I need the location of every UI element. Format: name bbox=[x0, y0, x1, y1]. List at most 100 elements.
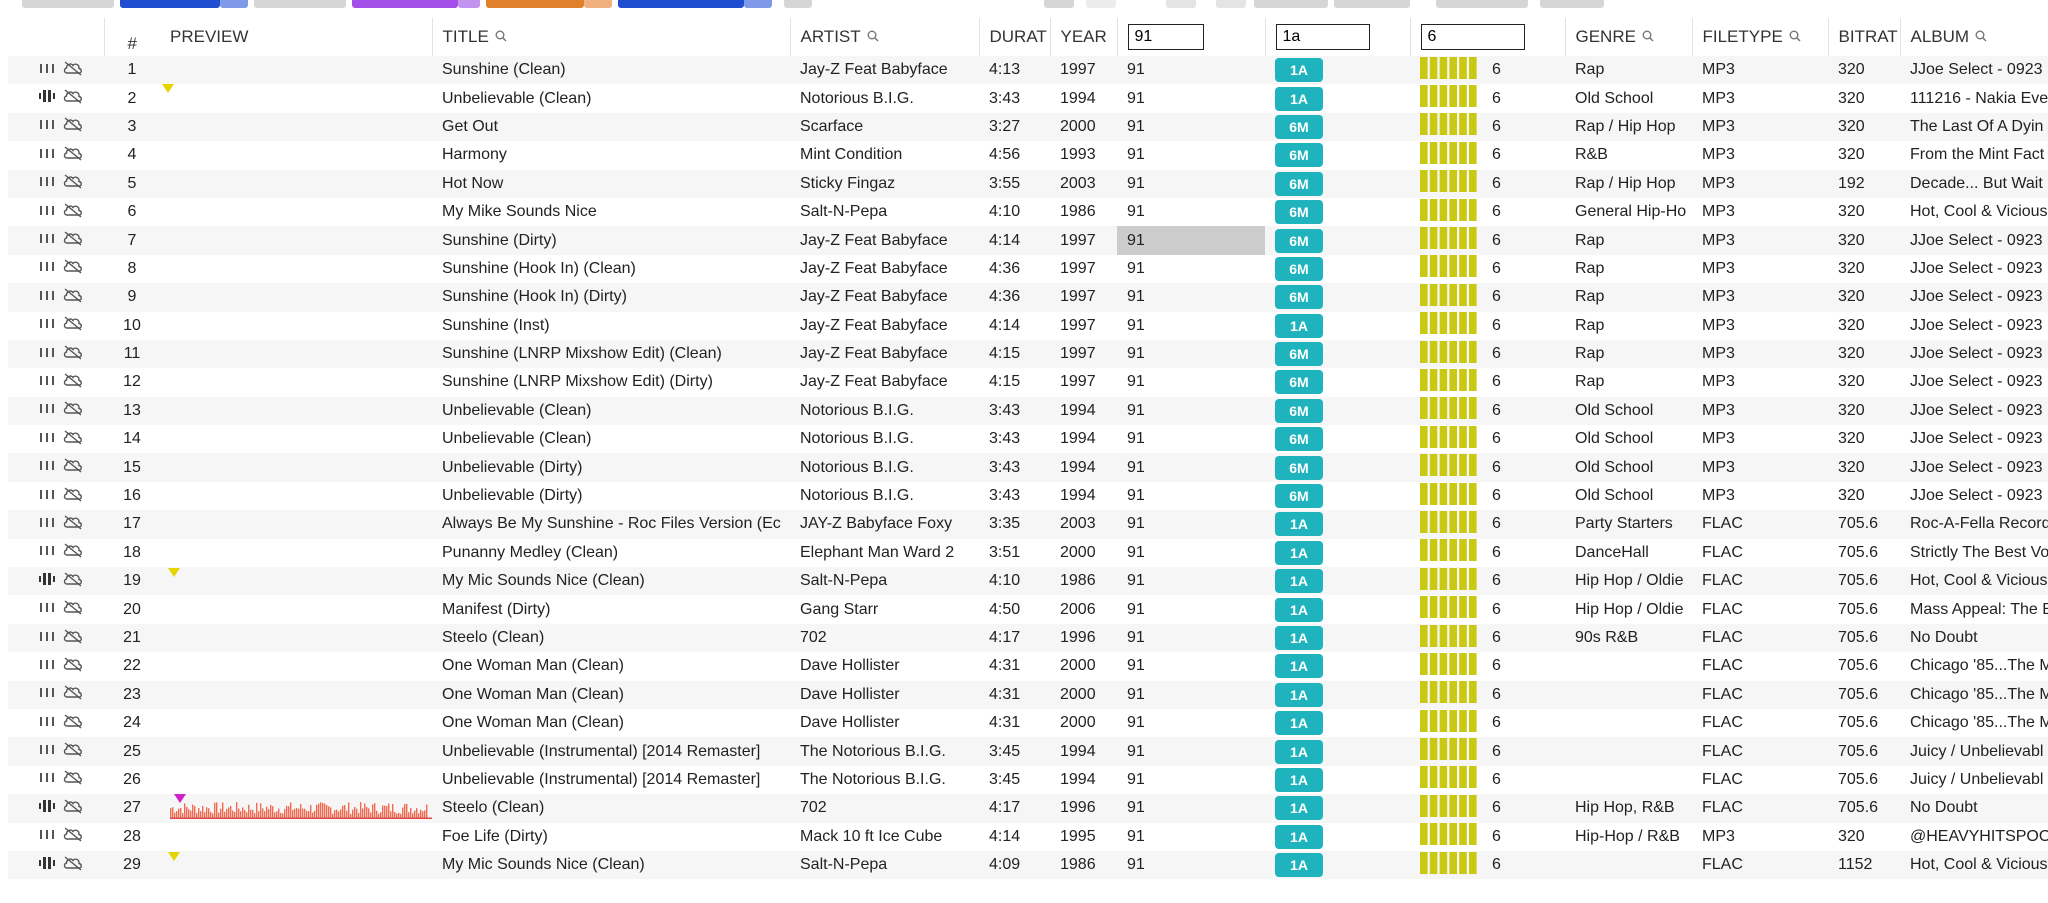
bars-icon[interactable] bbox=[38, 657, 56, 676]
cloud-off-icon[interactable] bbox=[62, 88, 84, 109]
cloud-off-icon[interactable] bbox=[62, 826, 84, 847]
key-filter-input[interactable] bbox=[1275, 24, 1370, 50]
cloud-off-icon[interactable] bbox=[62, 258, 84, 279]
cloud-off-icon[interactable] bbox=[62, 486, 84, 507]
bars-icon[interactable] bbox=[38, 543, 56, 562]
cloud-off-icon[interactable] bbox=[62, 315, 84, 336]
table-row[interactable]: 15 Unbelievable (Dirty) Notorious B.I.G. 3:… bbox=[8, 453, 2048, 482]
header-duration[interactable]: DURAT bbox=[978, 18, 1050, 56]
bars-icon[interactable] bbox=[38, 231, 56, 250]
cloud-off-icon[interactable] bbox=[62, 400, 84, 421]
table-row[interactable]: 4 Harmony Mint Condition 4:56 1993 91 6M 6 R&B MP… bbox=[8, 141, 2048, 170]
bars-icon[interactable] bbox=[38, 685, 56, 704]
bars-icon[interactable] bbox=[38, 487, 56, 506]
cloud-off-icon[interactable] bbox=[62, 230, 84, 251]
table-row[interactable]: 6 My Mike Sounds Nice Salt-N-Pepa 4:10 1986 9… bbox=[8, 197, 2048, 227]
table-row[interactable]: 28 Foe Life (Dirty) Mack 10 ft Ice Cube 4:1… bbox=[8, 822, 2048, 851]
header-artist[interactable]: ARTIST bbox=[789, 18, 979, 56]
cloud-off-icon[interactable] bbox=[62, 542, 84, 563]
toolbar-button[interactable] bbox=[1216, 0, 1246, 8]
bars-icon[interactable] bbox=[38, 714, 56, 733]
table-row[interactable]: 20 Manifest (Dirty) Gang Starr 4:50 2006 91 1A… bbox=[8, 595, 2048, 624]
energy-filter-input[interactable] bbox=[1420, 24, 1525, 50]
header-number[interactable]: # bbox=[103, 18, 160, 56]
playing-bars-icon[interactable] bbox=[38, 799, 56, 818]
bars-icon[interactable] bbox=[38, 146, 56, 165]
cloud-off-icon[interactable] bbox=[62, 202, 84, 223]
cell-bpm[interactable]: 91 bbox=[1117, 226, 1265, 255]
cloud-off-icon[interactable] bbox=[62, 769, 84, 790]
search-icon[interactable] bbox=[867, 27, 879, 47]
toolbar-button[interactable] bbox=[1540, 0, 1604, 8]
table-row[interactable]: 24 One Woman Man (Clean) Dave Hollister 4:3… bbox=[8, 708, 2048, 738]
playing-bars-icon[interactable] bbox=[38, 856, 56, 875]
bpm-filter-input[interactable] bbox=[1127, 24, 1204, 50]
table-row[interactable]: 8 Sunshine (Hook In) (Clean) Jay-Z Feat Ba… bbox=[8, 254, 2048, 284]
table-row[interactable]: 25 Unbelievable (Instrumental) [2014 Rema… bbox=[8, 737, 2048, 766]
toolbar-button[interactable] bbox=[1086, 0, 1116, 8]
playing-bars-icon[interactable] bbox=[38, 572, 56, 591]
header-filetype[interactable]: FILETYPE bbox=[1691, 18, 1828, 56]
header-album[interactable]: ALBUM bbox=[1899, 18, 2048, 56]
table-row[interactable]: 19 My Mic Sounds Nice (Clean) Salt-N-Pepa 4… bbox=[8, 567, 2048, 596]
cloud-off-icon[interactable] bbox=[62, 684, 84, 705]
toolbar-button[interactable] bbox=[1166, 0, 1196, 8]
playing-bars-icon[interactable] bbox=[38, 89, 56, 108]
table-row[interactable]: 2 Unbelievable (Clean) Notorious B.I.G. 3:4… bbox=[8, 84, 2048, 113]
search-icon[interactable] bbox=[1789, 27, 1801, 47]
bars-icon[interactable] bbox=[38, 742, 56, 761]
table-row[interactable]: 21 Steelo (Clean) 702 4:17 1996 91 1A 6 90s R&B F… bbox=[8, 623, 2048, 653]
table-row[interactable]: 3 Get Out Scarface 3:27 2000 91 6M 6 Rap / Hip H… bbox=[8, 112, 2048, 142]
bars-icon[interactable] bbox=[38, 430, 56, 449]
search-icon[interactable] bbox=[1975, 27, 1987, 47]
table-row[interactable]: 18 Punanny Medley (Clean) Elephant Man War… bbox=[8, 538, 2048, 568]
bars-icon[interactable] bbox=[38, 515, 56, 534]
toolbar-button[interactable] bbox=[584, 0, 612, 8]
table-row[interactable]: 5 Hot Now Sticky Fingaz 3:55 2003 91 6M 6 Rap / … bbox=[8, 169, 2048, 198]
toolbar-button[interactable] bbox=[220, 0, 248, 8]
bars-icon[interactable] bbox=[38, 629, 56, 648]
table-row[interactable]: 7 Sunshine (Dirty) Jay-Z Feat Babyface 4:14… bbox=[8, 226, 2048, 255]
toolbar-button[interactable] bbox=[458, 0, 480, 8]
table-row[interactable]: 11 Sunshine (LNRP Mixshow Edit) (Clean) Ja… bbox=[8, 339, 2048, 369]
bars-icon[interactable] bbox=[38, 316, 56, 335]
bars-icon[interactable] bbox=[38, 345, 56, 364]
toolbar-button[interactable] bbox=[618, 0, 744, 8]
bars-icon[interactable] bbox=[38, 288, 56, 307]
bars-icon[interactable] bbox=[38, 174, 56, 193]
header-bitrate[interactable]: BITRAT bbox=[1827, 18, 1900, 56]
cloud-off-icon[interactable] bbox=[62, 429, 84, 450]
bars-icon[interactable] bbox=[38, 458, 56, 477]
bars-icon[interactable] bbox=[38, 117, 56, 136]
header-year[interactable]: YEAR bbox=[1049, 18, 1117, 56]
table-row[interactable]: 9 Sunshine (Hook In) (Dirty) Jay-Z Feat Ba… bbox=[8, 283, 2048, 312]
header-genre[interactable]: GENRE bbox=[1564, 18, 1692, 56]
table-row[interactable]: 1 Sunshine (Clean) Jay-Z Feat Babyface 4:13… bbox=[8, 56, 2048, 85]
header-preview[interactable]: PREVIEW bbox=[160, 18, 432, 56]
toolbar-button[interactable] bbox=[744, 0, 772, 8]
cloud-off-icon[interactable] bbox=[62, 855, 84, 876]
bars-icon[interactable] bbox=[38, 770, 56, 789]
table-row[interactable]: 13 Unbelievable (Clean) Notorious B.I.G. 3:… bbox=[8, 396, 2048, 426]
cloud-off-icon[interactable] bbox=[62, 457, 84, 478]
cloud-off-icon[interactable] bbox=[62, 713, 84, 734]
table-row[interactable]: 26 Unbelievable (Instrumental) [2014 Rema… bbox=[8, 765, 2048, 795]
bars-icon[interactable] bbox=[38, 401, 56, 420]
cloud-off-icon[interactable] bbox=[62, 145, 84, 166]
search-icon[interactable] bbox=[495, 27, 507, 47]
cloud-off-icon[interactable] bbox=[62, 741, 84, 762]
toolbar-button[interactable] bbox=[1436, 0, 1528, 8]
toolbar-button[interactable] bbox=[486, 0, 584, 8]
cloud-off-icon[interactable] bbox=[62, 599, 84, 620]
cloud-off-icon[interactable] bbox=[62, 372, 84, 393]
header-title[interactable]: TITLE bbox=[431, 18, 790, 56]
toolbar-button[interactable] bbox=[254, 0, 346, 8]
cloud-off-icon[interactable] bbox=[62, 116, 84, 137]
cloud-off-icon[interactable] bbox=[62, 514, 84, 535]
bars-icon[interactable] bbox=[38, 203, 56, 222]
cloud-off-icon[interactable] bbox=[62, 628, 84, 649]
cloud-off-icon[interactable] bbox=[62, 173, 84, 194]
bars-icon[interactable] bbox=[38, 373, 56, 392]
toolbar-button[interactable] bbox=[22, 0, 114, 8]
toolbar-button[interactable] bbox=[352, 0, 458, 8]
